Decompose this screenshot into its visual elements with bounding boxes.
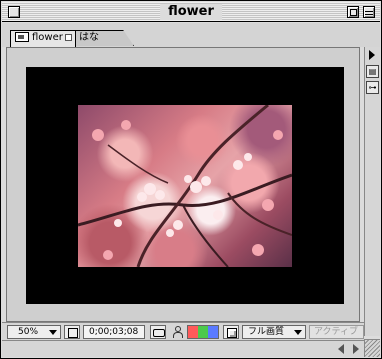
timecode: 0;00;03;08: [89, 327, 139, 337]
chevron-down-icon: [49, 330, 57, 335]
resize-grip-icon[interactable]: [364, 339, 380, 357]
person-icon[interactable]: [172, 326, 183, 338]
viewer-toolbar: 50% 0;00;03;08 フル画質 アクティブ: [2, 322, 364, 340]
horizontal-scrollbar[interactable]: [2, 340, 364, 357]
scroll-right-icon[interactable]: [353, 344, 359, 354]
footage-image: [78, 105, 292, 267]
tab-strip: flower はな: [2, 23, 380, 47]
tab-hana[interactable]: はな: [74, 30, 134, 46]
safe-area-icon[interactable]: [64, 325, 80, 339]
side-controls: ▤ ⊶: [364, 47, 380, 336]
region-of-interest-icon[interactable]: [223, 325, 239, 339]
view-value: アクティブ: [314, 327, 359, 337]
cherry-blossom-branches: [78, 105, 292, 267]
current-time-field[interactable]: 0;00;03;08: [83, 325, 145, 339]
composition-icon: [15, 32, 29, 42]
close-box-icon[interactable]: [8, 6, 20, 18]
composition-stage: [26, 67, 344, 304]
composition-viewer[interactable]: [6, 47, 360, 322]
tab-label: はな: [79, 32, 99, 43]
flowchart-icon[interactable]: ⊶: [366, 81, 379, 94]
grid-icon[interactable]: ▤: [366, 65, 379, 78]
window-title: flower: [160, 4, 222, 20]
resolution-value: フル画質: [248, 327, 285, 337]
magnification-dropdown[interactable]: 50%: [7, 325, 61, 339]
rgb-channels-icon[interactable]: [187, 325, 219, 339]
scroll-left-icon[interactable]: [338, 344, 344, 354]
collapse-box-icon[interactable]: [363, 6, 375, 18]
zoom-box-icon[interactable]: [347, 6, 359, 18]
tab-flower[interactable]: flower: [10, 30, 76, 47]
chevron-down-icon: [294, 330, 302, 335]
resolution-dropdown[interactable]: フル画質: [242, 325, 306, 339]
title-bar[interactable]: flower: [2, 2, 380, 22]
triangle-right-icon[interactable]: [369, 50, 375, 60]
lock-icon[interactable]: [64, 33, 72, 41]
composition-window: flower flower はな ▤ ⊶ 50% 0;00;03;08 フル画質…: [0, 0, 382, 359]
magnification-value: 50%: [18, 327, 39, 337]
view-dropdown[interactable]: アクティブ: [309, 325, 364, 339]
tab-label: flower: [32, 32, 63, 43]
camera-icon[interactable]: [150, 325, 166, 339]
